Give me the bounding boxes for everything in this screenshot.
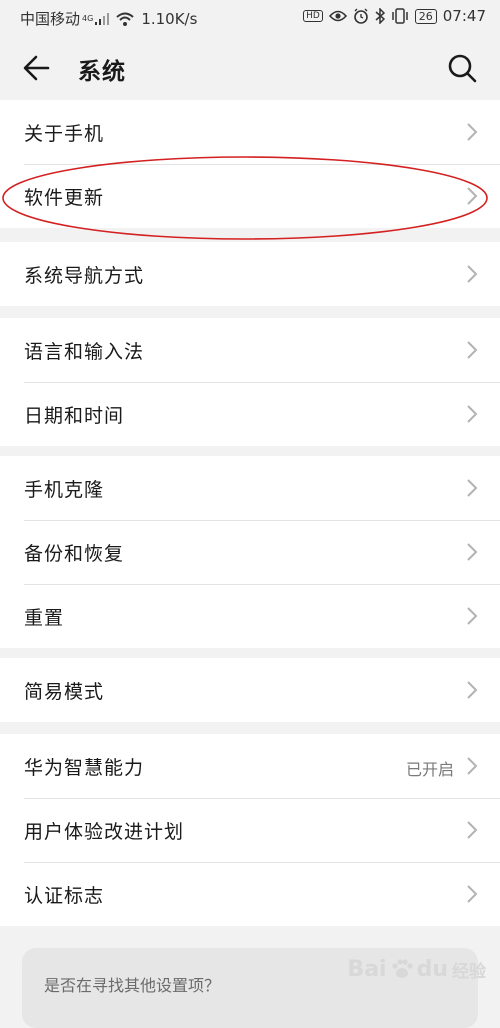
- settings-item-reset[interactable]: 重置: [0, 584, 500, 648]
- settings-group-device: 关于手机 软件更新: [0, 100, 500, 228]
- settings-group-huawei: 华为智慧能力 已开启 用户体验改进计划 认证标志: [0, 734, 500, 926]
- search-button[interactable]: [442, 48, 482, 88]
- settings-group-language-time: 语言和输入法 日期和时间: [0, 318, 500, 446]
- settings-item-system-navigation[interactable]: 系统导航方式: [0, 242, 500, 306]
- settings-group-simple-mode: 简易模式: [0, 658, 500, 722]
- carrier-name: 中国移动: [20, 10, 81, 28]
- chevron-right-icon: [467, 821, 478, 839]
- chevron-right-icon: [467, 885, 478, 903]
- settings-item-label: 日期和时间: [24, 405, 125, 427]
- settings-item-label: 软件更新: [24, 187, 105, 209]
- settings-item-label: 手机克隆: [24, 479, 105, 501]
- app-header: 系统: [0, 34, 500, 100]
- settings-item-phone-clone[interactable]: 手机克隆: [0, 456, 500, 520]
- network-speed: 1.10K/s: [141, 9, 198, 28]
- bluetooth-icon: [375, 8, 385, 24]
- settings-item-user-experience[interactable]: 用户体验改进计划: [0, 798, 500, 862]
- back-button[interactable]: [18, 48, 58, 88]
- settings-group-backup: 手机克隆 备份和恢复 重置: [0, 456, 500, 648]
- back-arrow-icon: [23, 55, 50, 81]
- status-time: 07:47: [442, 7, 486, 25]
- chevron-right-icon: [467, 757, 478, 775]
- watermark-sub: 经验: [452, 961, 486, 982]
- chevron-right-icon: [467, 265, 478, 283]
- settings-item-backup-restore[interactable]: 备份和恢复: [0, 520, 500, 584]
- settings-item-status: 已开启: [405, 760, 454, 779]
- hd-badge: HD: [303, 10, 323, 22]
- settings-item-software-update[interactable]: 软件更新: [0, 164, 500, 228]
- chevron-right-icon: [467, 681, 478, 699]
- more-settings-prompt: 是否在寻找其他设置项？: [44, 976, 221, 995]
- settings-item-label: 用户体验改进计划: [24, 821, 185, 843]
- signal-icon: [95, 12, 110, 25]
- status-bar: 中国移动 4G 1.10K/s HD 26 07:47: [0, 0, 500, 34]
- alarm-icon: [353, 8, 368, 24]
- settings-item-simple-mode[interactable]: 简易模式: [0, 658, 500, 722]
- settings-group-navigation: 系统导航方式: [0, 242, 500, 306]
- chevron-right-icon: [467, 187, 478, 205]
- chevron-right-icon: [467, 123, 478, 141]
- settings-item-date-time[interactable]: 日期和时间: [0, 382, 500, 446]
- battery-icon: 26: [414, 8, 437, 24]
- settings-item-label: 备份和恢复: [24, 543, 125, 565]
- chevron-right-icon: [467, 405, 478, 423]
- vibrate-icon: [392, 8, 408, 24]
- chevron-right-icon: [467, 341, 478, 359]
- chevron-right-icon: [467, 543, 478, 561]
- settings-item-language-input[interactable]: 语言和输入法: [0, 318, 500, 382]
- page-title: 系统: [78, 59, 126, 85]
- settings-item-label: 系统导航方式: [24, 265, 145, 287]
- chevron-right-icon: [467, 607, 478, 625]
- eye-icon: [328, 10, 347, 22]
- settings-item-huawei-ai[interactable]: 华为智慧能力 已开启: [0, 734, 500, 798]
- baidu-watermark: Bai du 经验: [347, 956, 486, 982]
- settings-item-about-phone[interactable]: 关于手机: [0, 100, 500, 164]
- settings-item-label: 认证标志: [24, 885, 105, 907]
- settings-item-label: 重置: [24, 607, 65, 629]
- watermark-brand-end: du: [416, 956, 448, 982]
- settings-item-label: 简易模式: [24, 681, 105, 703]
- network-type-badge: 4G: [82, 14, 94, 23]
- wifi-icon: [116, 12, 134, 26]
- settings-item-label: 语言和输入法: [24, 341, 145, 363]
- settings-item-certification[interactable]: 认证标志: [0, 862, 500, 926]
- chevron-right-icon: [467, 479, 478, 497]
- settings-item-label: 关于手机: [24, 123, 105, 145]
- settings-item-label: 华为智慧能力: [24, 757, 145, 779]
- search-icon: [448, 54, 477, 83]
- watermark-brand: Bai: [347, 956, 387, 982]
- paw-icon: [391, 959, 413, 978]
